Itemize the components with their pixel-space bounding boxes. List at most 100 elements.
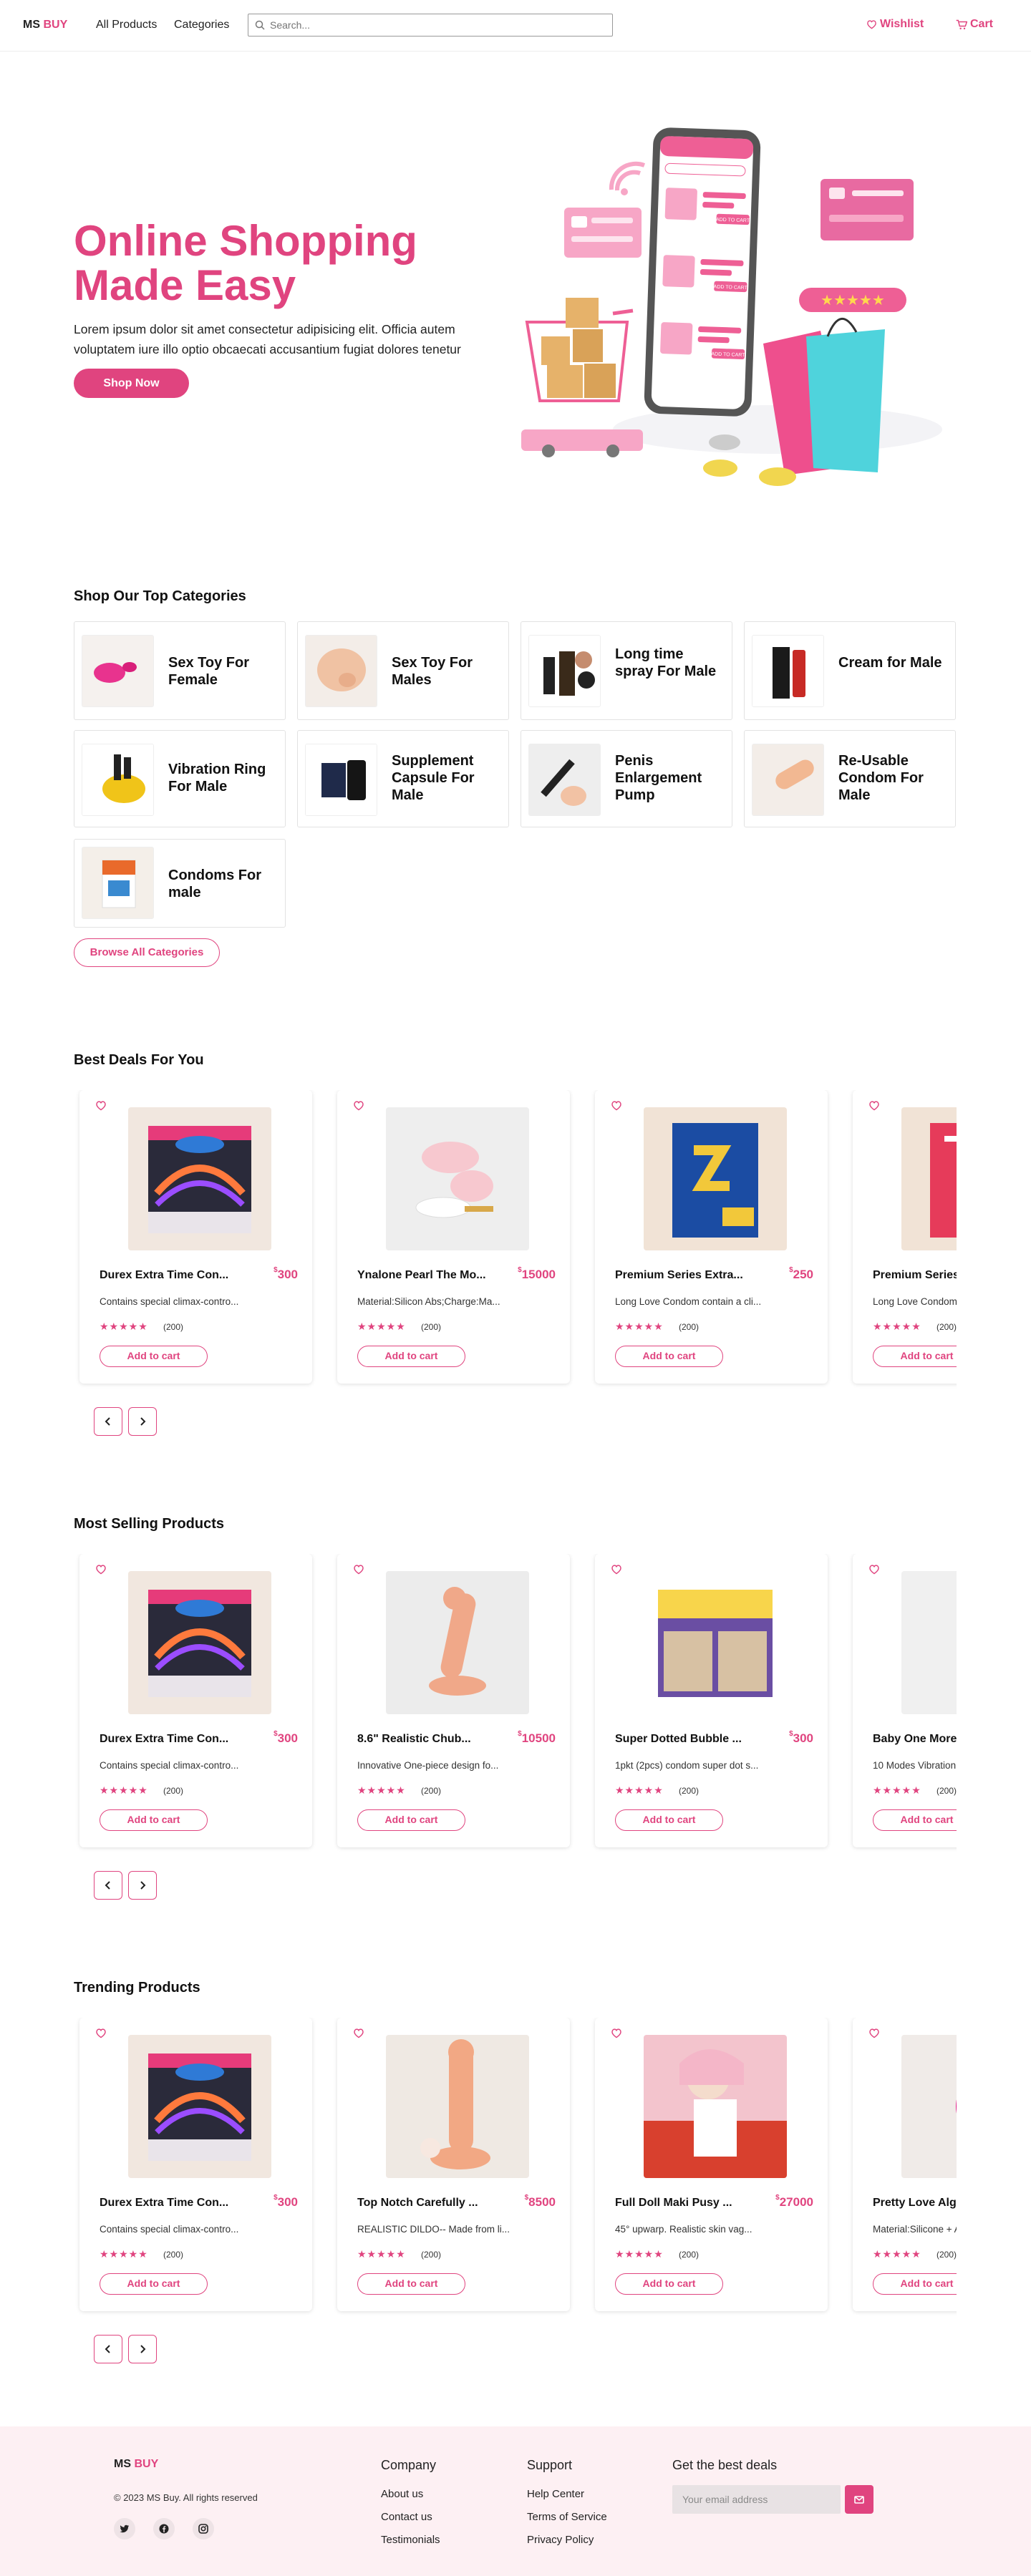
category-card-cream[interactable]: Cream for Male <box>744 621 956 720</box>
category-card-condoms[interactable]: Condoms For male <box>74 839 286 928</box>
product-card[interactable]: Premium Series Extra... $250 Long Love Con… <box>595 1090 828 1384</box>
search-input[interactable] <box>270 17 606 33</box>
product-image[interactable] <box>901 1571 957 1714</box>
add-to-cart-button[interactable]: Add to cart <box>357 1809 465 1831</box>
wishlist-heart-icon[interactable] <box>868 1100 880 1111</box>
add-to-cart-button[interactable]: Add to cart <box>615 1346 723 1367</box>
category-card-supplement[interactable]: Supplement Capsule For Male <box>297 730 509 827</box>
footer-link-about[interactable]: About us <box>381 2488 423 2500</box>
add-to-cart-button[interactable]: Add to cart <box>357 2273 465 2295</box>
rating-stars: ★★★★★ <box>100 1321 148 1332</box>
twitter-link[interactable] <box>114 2518 135 2539</box>
wishlist-heart-icon[interactable] <box>611 2028 622 2038</box>
add-to-cart-button[interactable]: Add to cart <box>873 2273 957 2295</box>
category-card-spray[interactable]: Long time spray For Male <box>521 621 732 720</box>
product-name[interactable]: Durex Extra Time Con... <box>100 2197 257 2210</box>
product-image[interactable] <box>128 1107 271 1250</box>
search-box[interactable] <box>248 14 613 37</box>
footer-link-testimonials[interactable]: Testimonials <box>381 2534 440 2546</box>
product-image[interactable] <box>901 2035 957 2178</box>
trending-next-button[interactable] <box>128 2335 157 2363</box>
best-deals-prev-button[interactable] <box>94 1407 122 1436</box>
product-name[interactable]: Premium Series Extra... <box>615 1269 773 1282</box>
wishlist-heart-icon[interactable] <box>611 1564 622 1575</box>
product-image[interactable] <box>901 1107 957 1250</box>
product-card[interactable]: Top Notch Carefully ... $8500 REALISTIC DI… <box>337 2018 570 2311</box>
currency-symbol: $ <box>518 1730 522 1739</box>
wishlist-heart-icon[interactable] <box>353 1100 364 1111</box>
wishlist-heart-icon[interactable] <box>95 2028 107 2038</box>
browse-all-categories-button[interactable]: Browse All Categories <box>74 938 220 967</box>
product-card[interactable]: Premium Series Long Love Condom ★★★★★ (200)… <box>853 1090 957 1384</box>
product-image[interactable] <box>644 2035 787 2178</box>
product-card[interactable]: Pretty Love Alge Material:Silicone + A ★★★… <box>853 2018 957 2311</box>
cart-link[interactable]: Cart <box>956 18 993 31</box>
add-to-cart-button[interactable]: Add to cart <box>873 1809 957 1831</box>
product-name[interactable]: Full Doll Maki Pusy ... <box>615 2197 773 2210</box>
product-name[interactable]: Super Dotted Bubble ... <box>615 1733 773 1746</box>
wishlist-heart-icon[interactable] <box>95 1100 107 1111</box>
newsletter-submit-button[interactable] <box>845 2485 873 2514</box>
product-card[interactable]: Super Dotted Bubble ... $300 1pkt (2pcs) c… <box>595 1554 828 1847</box>
product-name[interactable]: Pretty Love Alge <box>873 2197 957 2210</box>
product-name[interactable]: Ynalone Pearl The Mo... <box>357 1269 515 1282</box>
product-image[interactable] <box>386 1107 529 1250</box>
wishlist-heart-icon[interactable] <box>353 2028 364 2038</box>
product-image[interactable] <box>128 2035 271 2178</box>
most-selling-next-button[interactable] <box>128 1871 157 1900</box>
shop-now-button[interactable]: Shop Now <box>74 369 189 398</box>
footer-link-terms[interactable]: Terms of Service <box>527 2511 607 2523</box>
product-image[interactable] <box>644 1571 787 1714</box>
product-name[interactable]: Durex Extra Time Con... <box>100 1269 257 1282</box>
add-to-cart-button[interactable]: Add to cart <box>100 1346 208 1367</box>
add-to-cart-button[interactable]: Add to cart <box>615 2273 723 2295</box>
wishlist-heart-icon[interactable] <box>868 1564 880 1575</box>
product-card[interactable]: 8.6" Realistic Chub... $10500 Innovative O… <box>337 1554 570 1847</box>
category-card-male-toy[interactable]: Sex Toy For Males <box>297 621 509 720</box>
category-card-reusable-condom[interactable]: Re-Usable Condom For Male <box>744 730 956 827</box>
product-image[interactable] <box>128 1571 271 1714</box>
instagram-link[interactable] <box>193 2518 214 2539</box>
product-name[interactable]: Top Notch Carefully ... <box>357 2197 515 2210</box>
product-name[interactable]: Premium Series <box>873 1269 957 1282</box>
add-to-cart-button[interactable]: Add to cart <box>357 1346 465 1367</box>
product-name[interactable]: Durex Extra Time Con... <box>100 1733 257 1746</box>
facebook-link[interactable] <box>153 2518 175 2539</box>
product-card[interactable]: Ynalone Pearl The Mo... $15000 Material:Si… <box>337 1090 570 1384</box>
best-deals-next-button[interactable] <box>128 1407 157 1436</box>
newsletter-email-input[interactable]: Your email address <box>672 2485 841 2514</box>
product-image[interactable] <box>386 2035 529 2178</box>
wishlist-heart-icon[interactable] <box>611 1100 622 1111</box>
wishlist-heart-icon[interactable] <box>353 1564 364 1575</box>
product-image[interactable] <box>386 1571 529 1714</box>
footer-link-help[interactable]: Help Center <box>527 2488 584 2500</box>
product-image[interactable] <box>644 1107 787 1250</box>
category-card-female-toy[interactable]: Sex Toy For Female <box>74 621 286 720</box>
add-to-cart-button[interactable]: Add to cart <box>100 1809 208 1831</box>
footer-link-privacy[interactable]: Privacy Policy <box>527 2534 594 2546</box>
product-name[interactable]: Baby One More T <box>873 1733 957 1746</box>
footer-logo[interactable]: MS BUY <box>114 2458 158 2471</box>
svg-text:★★★★★: ★★★★★ <box>821 291 885 308</box>
product-card[interactable]: Durex Extra Time Con... $300 Contains spec… <box>79 1090 312 1384</box>
product-card[interactable]: Baby One More T 10 Modes Vibration ★★★★★ (2… <box>853 1554 957 1847</box>
wishlist-link[interactable]: Wishlist <box>866 18 924 31</box>
product-card[interactable]: Durex Extra Time Con... $300 Contains spec… <box>79 2018 312 2311</box>
category-card-vibration-ring[interactable]: Vibration Ring For Male <box>74 730 286 827</box>
heart-icon <box>867 20 876 29</box>
nav-categories[interactable]: Categories <box>174 19 229 31</box>
footer-link-contact[interactable]: Contact us <box>381 2511 432 2523</box>
product-name[interactable]: 8.6" Realistic Chub... <box>357 1733 515 1746</box>
logo[interactable]: MS BUY <box>23 19 67 31</box>
add-to-cart-button[interactable]: Add to cart <box>615 1809 723 1831</box>
category-card-pump[interactable]: Penis Enlargement Pump <box>521 730 732 827</box>
trending-prev-button[interactable] <box>94 2335 122 2363</box>
add-to-cart-button[interactable]: Add to cart <box>873 1346 957 1367</box>
add-to-cart-button[interactable]: Add to cart <box>100 2273 208 2295</box>
product-card[interactable]: Durex Extra Time Con... $300 Contains spec… <box>79 1554 312 1847</box>
most-selling-prev-button[interactable] <box>94 1871 122 1900</box>
product-card[interactable]: Full Doll Maki Pusy ... $27000 45° upwarp.… <box>595 2018 828 2311</box>
wishlist-heart-icon[interactable] <box>868 2028 880 2038</box>
wishlist-heart-icon[interactable] <box>95 1564 107 1575</box>
nav-all-products[interactable]: All Products <box>96 19 157 31</box>
